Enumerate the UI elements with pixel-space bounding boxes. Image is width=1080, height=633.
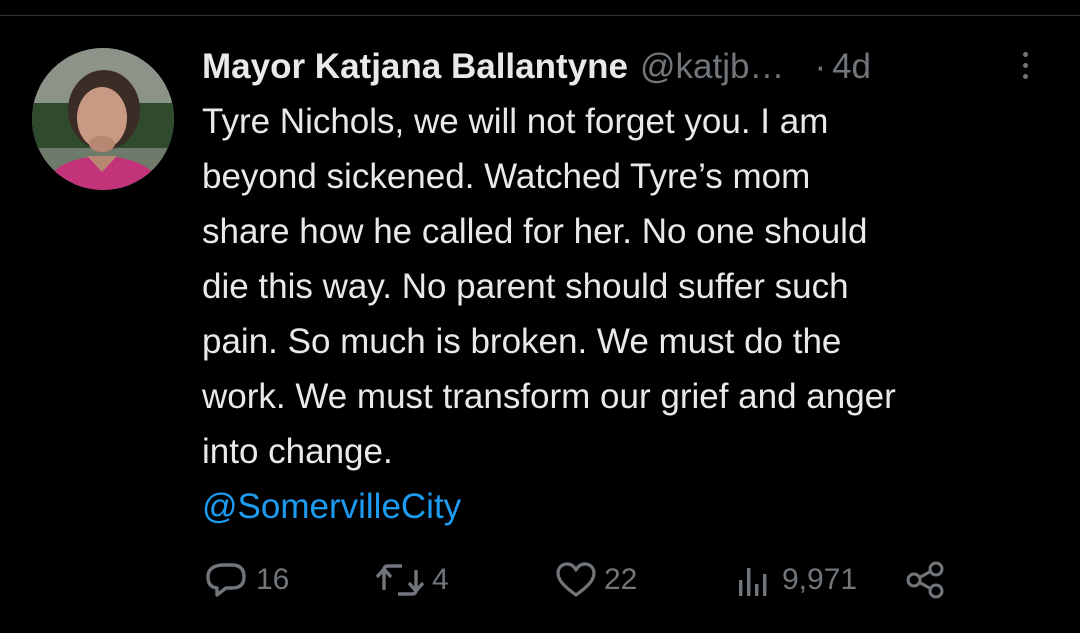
retweet-count: 4 (432, 563, 449, 596)
tweet-header: Mayor Katjana Ballantyne @katjb… · 4d (202, 40, 1052, 94)
reply-icon (206, 563, 246, 597)
retweet-icon (375, 564, 425, 596)
avatar-photo (32, 48, 174, 190)
share-button[interactable] (904, 558, 948, 602)
share-icon (906, 561, 944, 599)
avatar[interactable] (32, 48, 174, 190)
like-button[interactable]: 22 (554, 558, 637, 602)
separator-dot: · (814, 47, 827, 86)
reply-count: 16 (256, 563, 290, 596)
heart-icon (556, 562, 596, 597)
tweet-actions: 16 4 22 9,971 (204, 558, 964, 602)
reply-button[interactable]: 16 (204, 558, 289, 602)
top-divider (0, 15, 1080, 16)
author-handle[interactable]: @katjb… (640, 40, 784, 94)
author-name[interactable]: Mayor Katjana Ballantyne (202, 40, 628, 94)
tweet[interactable]: Mayor Katjana Ballantyne @katjb… · 4d Ty… (202, 40, 1052, 534)
mention-link[interactable]: @SomervilleCity (202, 479, 1052, 534)
more-options-icon[interactable] (1014, 52, 1036, 84)
like-count: 22 (604, 563, 638, 596)
views-button[interactable]: 9,971 (732, 558, 857, 602)
views-icon (739, 568, 767, 596)
tweet-time[interactable]: 4d (832, 40, 871, 94)
retweet-button[interactable]: 4 (374, 558, 449, 602)
views-count: 9,971 (782, 563, 858, 596)
tweet-text: Tyre Nichols, we will not forget you. I … (202, 102, 896, 471)
